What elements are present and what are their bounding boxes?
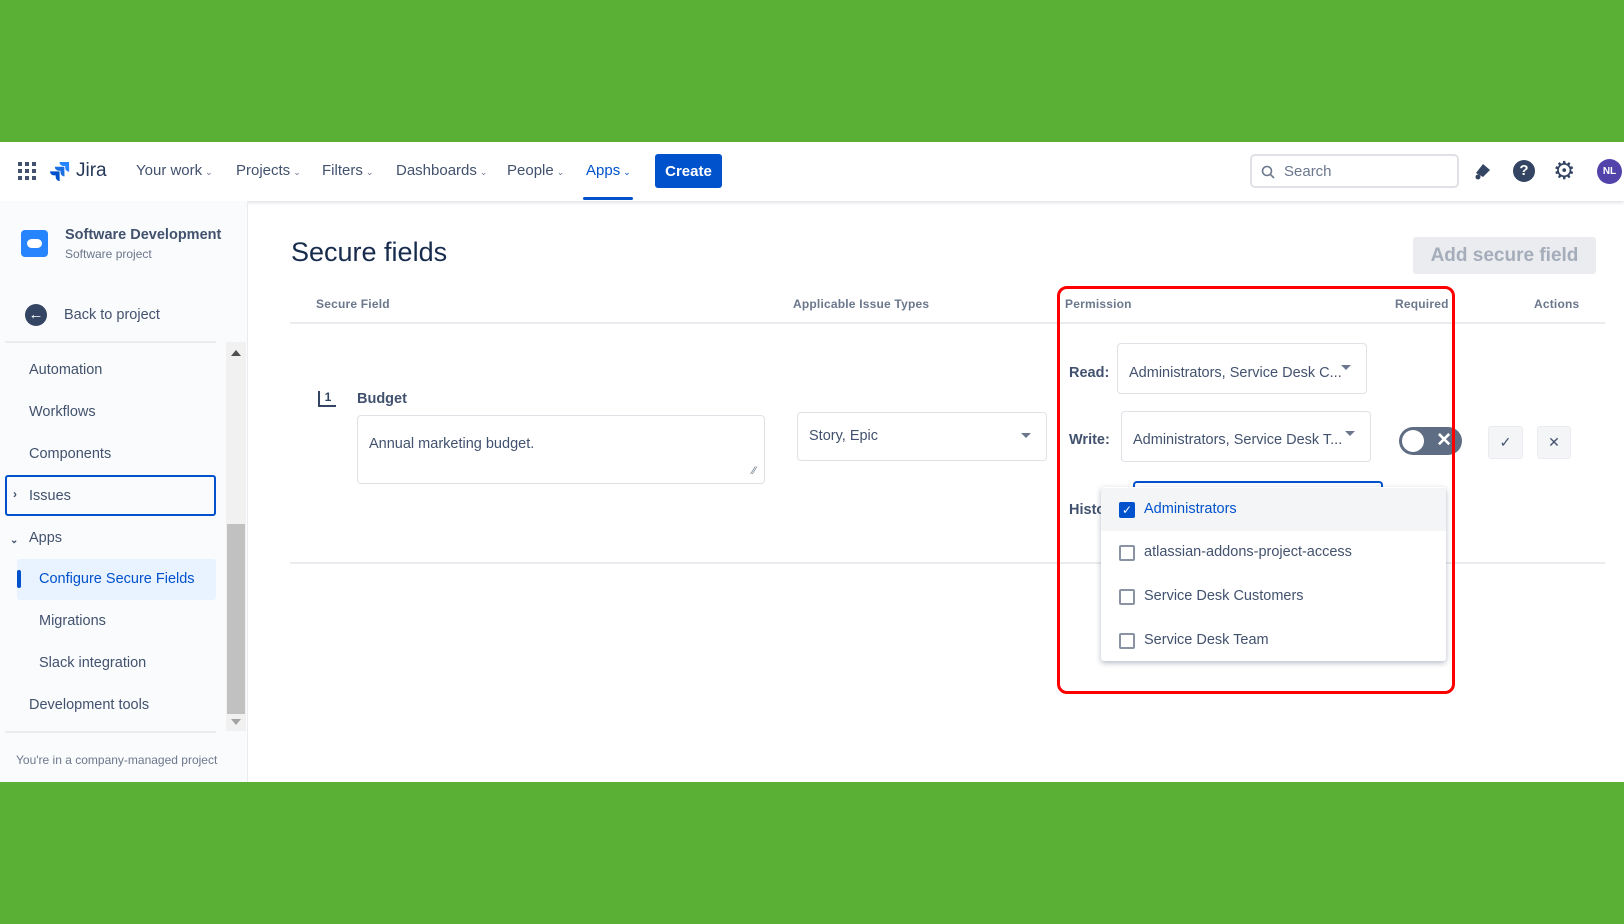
chevron-down-icon: ⌄ [479,167,488,177]
notifications-icon[interactable] [1472,160,1494,182]
search-icon [1261,165,1275,179]
jira-logo[interactable]: Jira [50,159,107,183]
avatar[interactable]: NL [1597,159,1622,184]
chevron-down-icon: ⌄ [556,167,565,177]
help-icon[interactable]: ? [1513,160,1535,182]
active-indicator [17,570,21,588]
sidebar-item-automation[interactable]: Automation [29,362,102,378]
field-name: Budget [357,391,407,407]
chevron-down-icon: ⌄ [293,167,301,177]
sidebar-item-apps[interactable]: ⌄ Apps [10,530,62,548]
scroll-down-icon[interactable] [231,719,241,725]
chevron-right-icon: › [13,487,17,501]
sidebar-item-development-tools[interactable]: Development tools [29,697,149,713]
project-sidebar: Software Development Software project ← … [0,201,248,782]
sidebar-item-workflows[interactable]: Workflows [29,404,96,420]
save-button[interactable]: ✓ [1488,426,1523,459]
arrow-left-icon: ← [25,304,47,326]
column-header-issue-types: Applicable Issue Types [793,297,930,311]
checkmark-icon: ✓ [1499,434,1512,450]
scroll-up-icon[interactable] [231,350,241,356]
nav-projects[interactable]: Projects ⌄ [236,162,301,179]
project-avatar-icon [21,230,48,257]
search-placeholder: Search [1284,163,1332,180]
nav-dashboards[interactable]: Dashboards ⌄ [396,162,487,179]
cancel-button[interactable]: ✕ [1537,426,1571,459]
divider [5,341,216,343]
nav-apps[interactable]: Apps ⌄ [586,162,631,179]
settings-gear-icon[interactable]: ⚙ [1553,157,1575,185]
issue-types-select[interactable]: Story, Epic [797,412,1047,461]
chevron-down-icon: ⌄ [365,167,374,177]
app-switcher-icon[interactable] [18,162,36,180]
app-name: Jira [76,160,107,181]
resize-handle-icon[interactable]: ⁄⁄ [752,465,756,477]
nav-your-work[interactable]: Your work ⌄ [136,162,213,179]
top-navigation: Jira Your work ⌄ Projects ⌄ Filters ⌄ Dashb… [0,142,1624,201]
project-name: Software Development [65,227,222,243]
project-type: Software project [65,247,152,261]
chevron-down-icon: ⌄ [623,167,631,177]
create-button[interactable]: Create [655,154,722,188]
column-header-actions: Actions [1534,297,1580,311]
page-title: Secure fields [291,237,448,267]
description-textarea[interactable]: Annual marketing budget. ⁄⁄ [357,415,765,484]
nav-people[interactable]: People ⌄ [507,162,564,179]
column-header-secure-field: Secure Field [316,297,390,311]
sidebar-item-issues[interactable]: › Issues [5,475,216,516]
number-field-icon: 1 [318,391,336,407]
highlight-annotation-box [1057,286,1455,694]
add-secure-field-button[interactable]: Add secure field [1413,237,1596,274]
jira-logo-icon [50,162,70,181]
search-input[interactable]: Search [1250,154,1459,188]
chevron-down-icon: ⌄ [205,167,213,177]
close-icon: ✕ [1548,434,1560,450]
sidebar-item-components[interactable]: Components [29,446,111,462]
sidebar-scrollbar[interactable] [226,342,246,731]
dropdown-caret-icon [1021,433,1031,438]
divider [5,731,216,733]
chevron-down-icon: ⌄ [10,535,19,546]
sidebar-item-slack-integration[interactable]: Slack integration [39,655,146,671]
scroll-thumb[interactable] [227,524,245,714]
project-management-note: You're in a company-managed project [16,753,218,767]
active-tab-indicator [583,197,633,200]
sidebar-item-migrations[interactable]: Migrations [39,613,106,629]
back-to-project-link[interactable]: ← Back to project [25,303,160,327]
sidebar-item-configure-secure-fields[interactable]: Configure Secure Fields [17,559,216,600]
nav-filters[interactable]: Filters ⌄ [322,162,373,179]
jira-app: Jira Your work ⌄ Projects ⌄ Filters ⌄ Dashb… [0,142,1624,782]
